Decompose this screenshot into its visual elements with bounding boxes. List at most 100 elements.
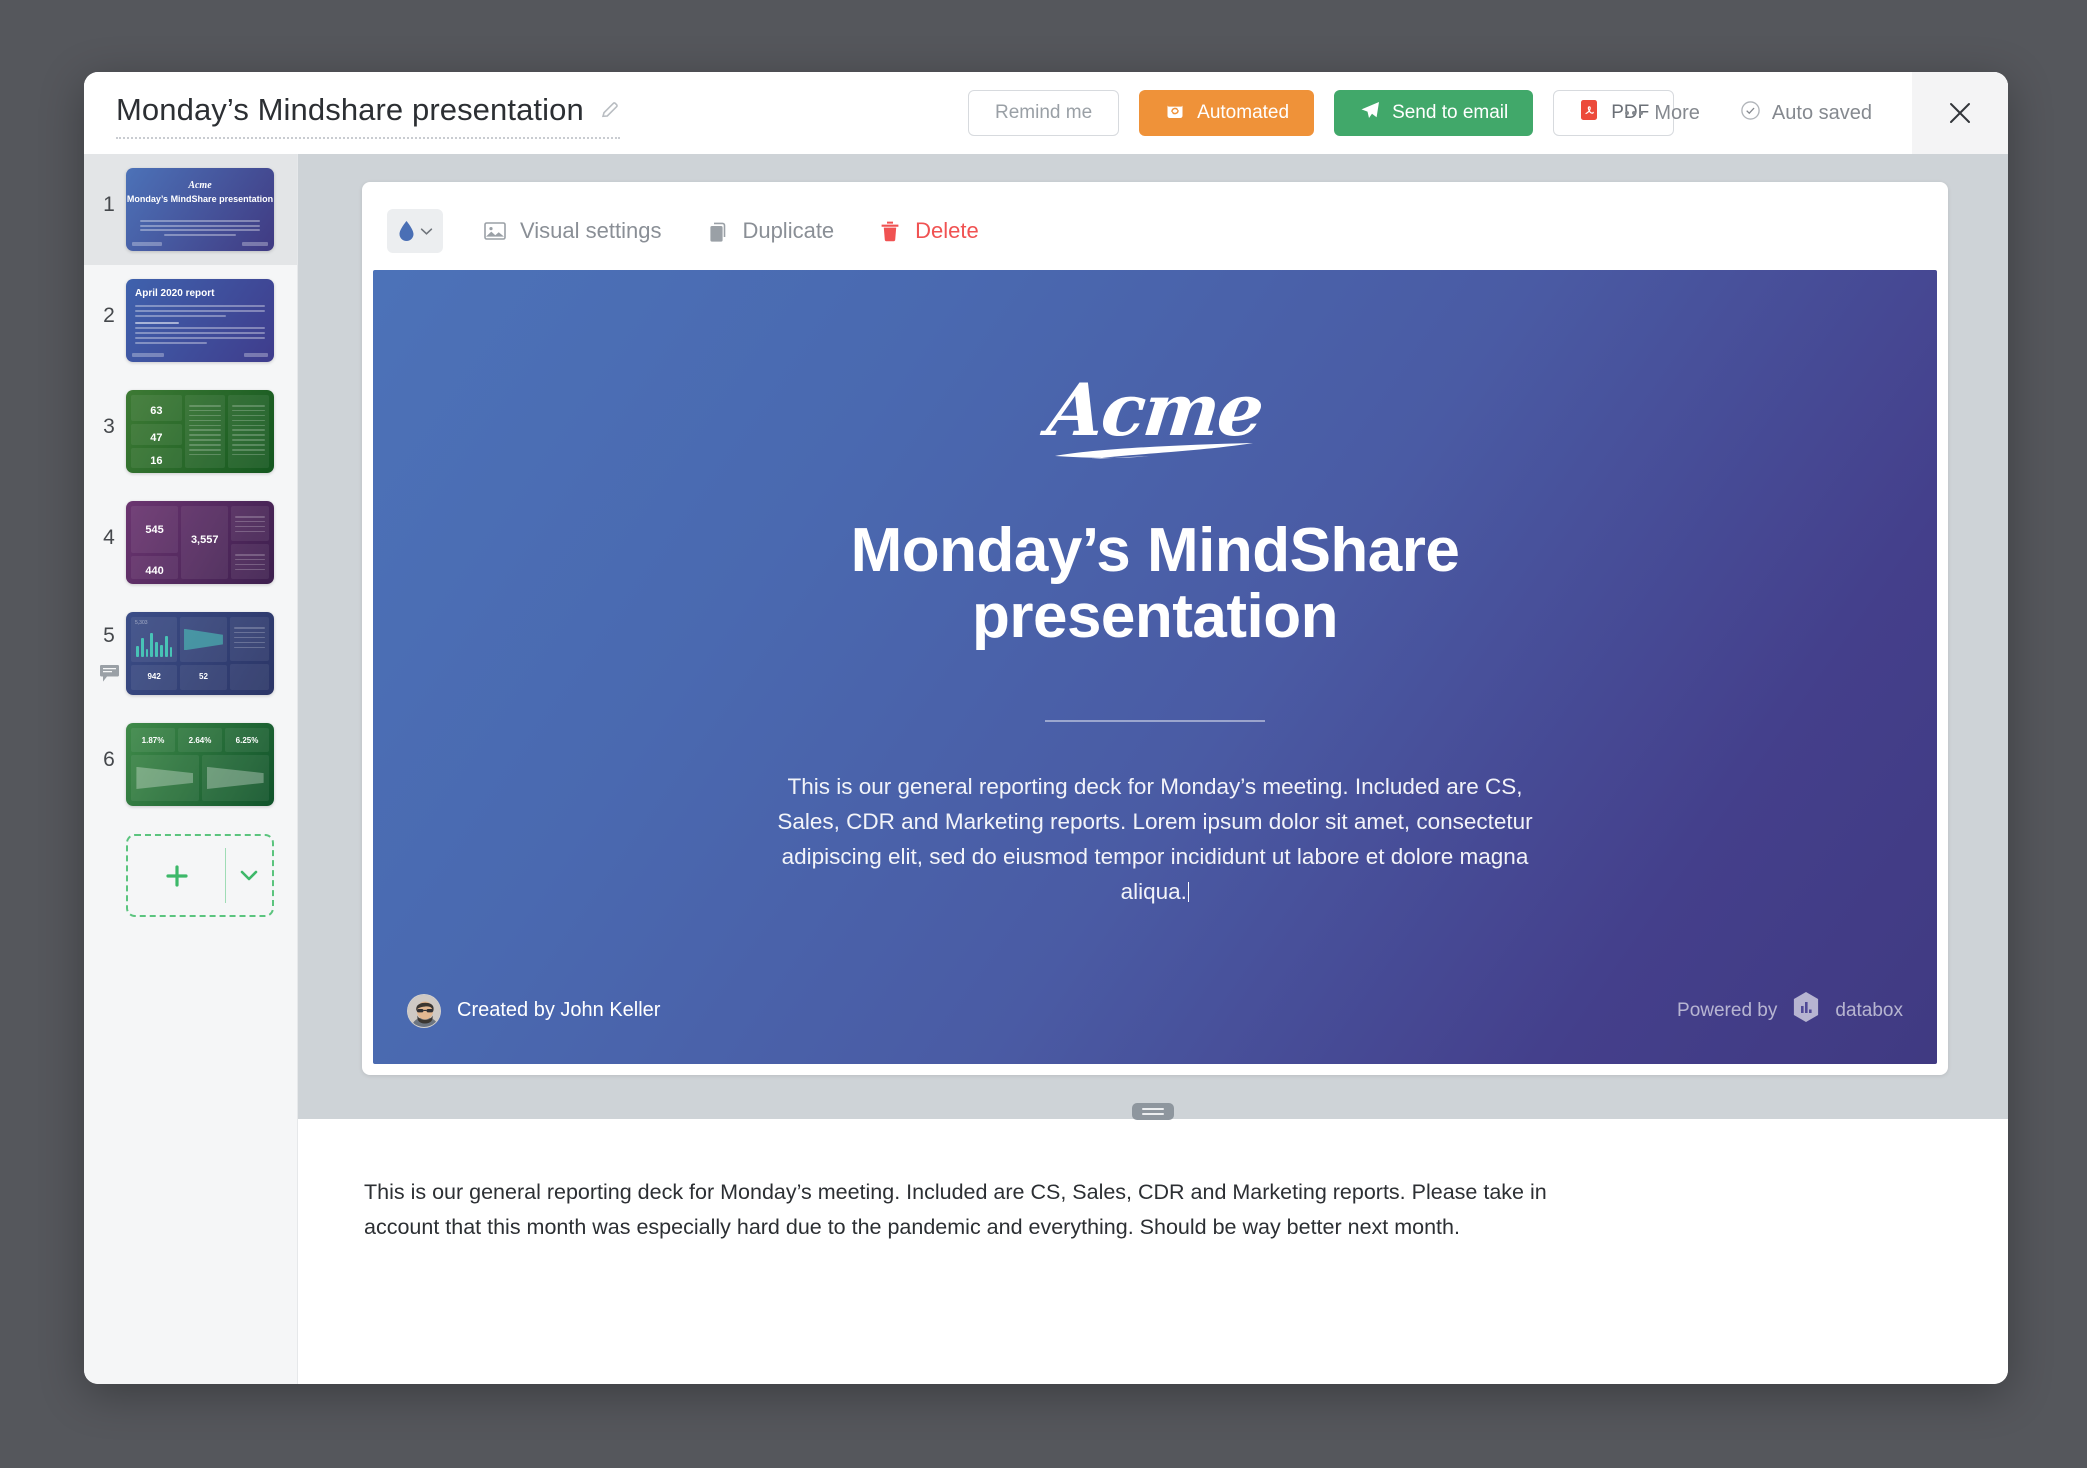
- slide-number: 5: [103, 624, 115, 647]
- trash-icon: [878, 219, 902, 243]
- canvas-area: Visual settings Duplicate Delete Acme Mo…: [298, 154, 2008, 1105]
- thumb-footer: [132, 353, 268, 358]
- droplet-icon: [399, 221, 413, 241]
- visual-settings-button[interactable]: Visual settings: [483, 218, 661, 244]
- avatar: [407, 993, 441, 1028]
- page-title: Monday’s Mindshare presentation: [116, 92, 584, 127]
- slide-footer: Created by John Keller Powered by databo…: [407, 991, 1903, 1030]
- comment-icon[interactable]: [99, 664, 120, 683]
- thumb-metric: 2.64%: [188, 736, 212, 746]
- slide-number: 3: [103, 414, 115, 438]
- title-divider: [1045, 720, 1265, 722]
- check-circle-icon: [1740, 100, 1761, 127]
- thumb-text-lines: [135, 305, 265, 347]
- more-button[interactable]: More: [1625, 102, 1700, 125]
- acme-logo: Acme: [373, 367, 1937, 460]
- sidebar-slide-1[interactable]: 1 Acme Monday’s MindShare presentation: [84, 154, 297, 265]
- sidebar-slide-4[interactable]: 4 545 440 3,557: [84, 487, 297, 598]
- slide-number-col: 2: [92, 304, 126, 338]
- slide-number-col: 1: [92, 193, 126, 227]
- slide-number-col: 5: [92, 624, 126, 683]
- slide-thumbnail[interactable]: 1.87% 2.64% 6.25%: [126, 723, 274, 806]
- thumb-title: Monday’s MindShare presentation: [126, 194, 274, 204]
- notes-panel[interactable]: This is our general reporting deck for M…: [298, 1119, 2008, 1384]
- slide-description[interactable]: This is our general reporting deck for M…: [755, 770, 1555, 910]
- thumb-metric: 942: [147, 672, 161, 682]
- drag-handle[interactable]: [1132, 1103, 1174, 1120]
- color-picker-button[interactable]: [387, 209, 443, 253]
- delete-button[interactable]: Delete: [878, 218, 979, 244]
- document-title-field[interactable]: Monday’s Mindshare presentation: [116, 87, 620, 139]
- slide-thumbnail[interactable]: April 2020 report: [126, 279, 274, 362]
- thumb-logo: Acme: [188, 180, 212, 191]
- acme-logo-text: Acme: [1043, 367, 1267, 452]
- author-label: Created by John Keller: [457, 999, 661, 1021]
- thumb-metric: 47: [150, 432, 163, 445]
- thumb-metric: 3,557: [190, 533, 219, 546]
- slide-author: Created by John Keller: [407, 993, 661, 1028]
- editor-body: 1 Acme Monday’s MindShare presentation 2…: [84, 154, 2008, 1384]
- thumb-heading: April 2020 report: [135, 288, 215, 299]
- slide-number-col: 3: [92, 415, 126, 449]
- image-icon: [483, 219, 507, 243]
- chevron-down-icon: [420, 227, 432, 235]
- header-right-group: More Auto saved: [1625, 72, 2008, 154]
- thumb-metric: 16: [150, 455, 163, 468]
- brand-name: databox: [1835, 999, 1903, 1021]
- notes-splitter[interactable]: [298, 1103, 2008, 1120]
- thumb-text-lines: [140, 220, 260, 236]
- add-slide-plus[interactable]: [128, 836, 225, 915]
- notes-text[interactable]: This is our general reporting deck for M…: [364, 1175, 1624, 1245]
- thumb-metric: 1.87%: [141, 736, 165, 746]
- thumb-metric: 5,303: [135, 620, 148, 626]
- thumb-dashboard-grid: 1.87% 2.64% 6.25%: [131, 728, 269, 801]
- slide-number: 6: [103, 747, 115, 771]
- thumb-dashboard-grid: 5,303 942 52: [131, 617, 269, 690]
- duplicate-button[interactable]: Duplicate: [705, 218, 834, 244]
- slide-toolbar: Visual settings Duplicate Delete: [373, 192, 1937, 270]
- send-plane-icon: [1359, 99, 1381, 127]
- slide-thumbnail[interactable]: 545 440 3,557: [126, 501, 274, 584]
- thumb-dashboard-grid: 63 47 16: [131, 395, 269, 468]
- powered-by: Powered by databox: [1677, 991, 1903, 1030]
- thumb-metric: 63: [150, 405, 163, 418]
- calendar-refresh-icon: [1164, 99, 1186, 127]
- powered-by-label: Powered by: [1677, 999, 1778, 1021]
- pencil-icon[interactable]: [600, 100, 620, 120]
- copy-icon: [705, 219, 729, 243]
- pdf-file-icon: [1578, 98, 1600, 128]
- slide-thumbnail[interactable]: Acme Monday’s MindShare presentation: [126, 168, 274, 251]
- add-slide-dropdown[interactable]: [226, 836, 272, 915]
- close-button[interactable]: [1912, 72, 2008, 154]
- thumb-metric: 545: [145, 523, 164, 536]
- slide-number: 4: [103, 525, 115, 549]
- slide-number: 1: [103, 192, 115, 216]
- slide-preview[interactable]: Acme Monday’s MindShare presentation Thi…: [373, 270, 1937, 1064]
- databox-logo-icon: [1791, 991, 1821, 1030]
- slide-number-col: 4: [92, 526, 126, 560]
- thumb-metric: 440: [145, 564, 164, 577]
- slides-sidebar[interactable]: 1 Acme Monday’s MindShare presentation 2…: [84, 154, 298, 1384]
- sidebar-slide-6[interactable]: 6 1.87% 2.64% 6.25%: [84, 709, 297, 820]
- sidebar-slide-3[interactable]: 3 63 47 16: [84, 376, 297, 487]
- header-bar: Monday’s Mindshare presentation Remind m…: [84, 72, 2008, 154]
- presentation-editor-window: Monday’s Mindshare presentation Remind m…: [84, 72, 2008, 1384]
- remind-me-button[interactable]: Remind me: [968, 90, 1120, 136]
- sidebar-slide-2[interactable]: 2 April 2020 report: [84, 265, 297, 376]
- sidebar-slide-5[interactable]: 5 5,303 942 52: [84, 598, 297, 709]
- add-slide-button[interactable]: [126, 834, 274, 917]
- text-caret: [1187, 881, 1190, 902]
- send-to-email-button[interactable]: Send to email: [1334, 90, 1534, 136]
- slide-thumbnail[interactable]: 63 47 16: [126, 390, 274, 473]
- slide-thumbnail[interactable]: 5,303 942 52: [126, 612, 274, 695]
- thumb-metric: 6.25%: [235, 736, 259, 746]
- slide-number: 2: [103, 303, 115, 327]
- thumb-dashboard-grid: 545 440 3,557: [131, 506, 269, 579]
- slide-editor: Visual settings Duplicate Delete Acme Mo…: [298, 154, 2008, 1384]
- slide-number-col: 6: [92, 748, 126, 782]
- automated-button[interactable]: Automated: [1139, 90, 1315, 136]
- slide-description-text: This is our general reporting deck for M…: [777, 774, 1533, 904]
- slide-title[interactable]: Monday’s MindShare presentation: [705, 518, 1605, 650]
- autosave-status: Auto saved: [1740, 100, 1872, 127]
- header-actions: Remind me Automated Send to email PDF: [968, 72, 1675, 154]
